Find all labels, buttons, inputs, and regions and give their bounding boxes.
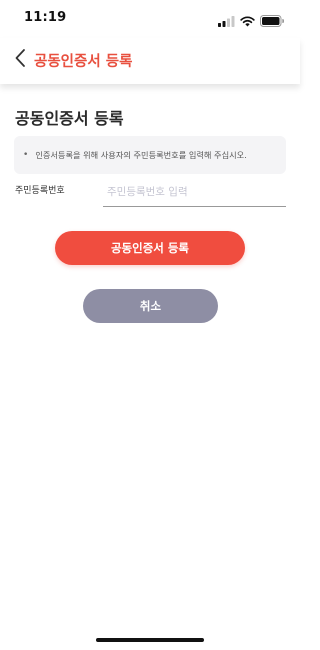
status-bar: 11:19 xyxy=(0,0,300,36)
home-indicator xyxy=(96,638,204,642)
rrn-input[interactable] xyxy=(103,178,286,206)
status-icons xyxy=(218,12,285,31)
page-title: 공동인증서 등록 xyxy=(15,109,124,128)
battery-icon xyxy=(260,12,285,31)
notice-bullet: • xyxy=(23,150,29,160)
app-header: 공동인증서 등록 xyxy=(0,38,300,84)
cellular-signal-icon xyxy=(218,12,235,31)
rrn-field-label: 주민등록번호 xyxy=(15,186,65,196)
header-title: 공동인증서 등록 xyxy=(34,54,133,70)
chevron-left-icon xyxy=(14,48,26,72)
back-button[interactable] xyxy=(8,47,32,73)
wifi-icon xyxy=(240,12,255,31)
notice-box: • 인증서등록을 위해 사용자의 주민등록번호를 입력해 주십시오. xyxy=(14,136,286,174)
register-certificate-button[interactable]: 공동인증서 등록 xyxy=(55,231,245,265)
status-time: 11:19 xyxy=(24,10,67,25)
rrn-input-wrapper xyxy=(103,178,286,207)
notice-text: 인증서등록을 위해 사용자의 주민등록번호를 입력해 주십시오. xyxy=(35,150,247,160)
cancel-button[interactable]: 취소 xyxy=(83,289,218,323)
